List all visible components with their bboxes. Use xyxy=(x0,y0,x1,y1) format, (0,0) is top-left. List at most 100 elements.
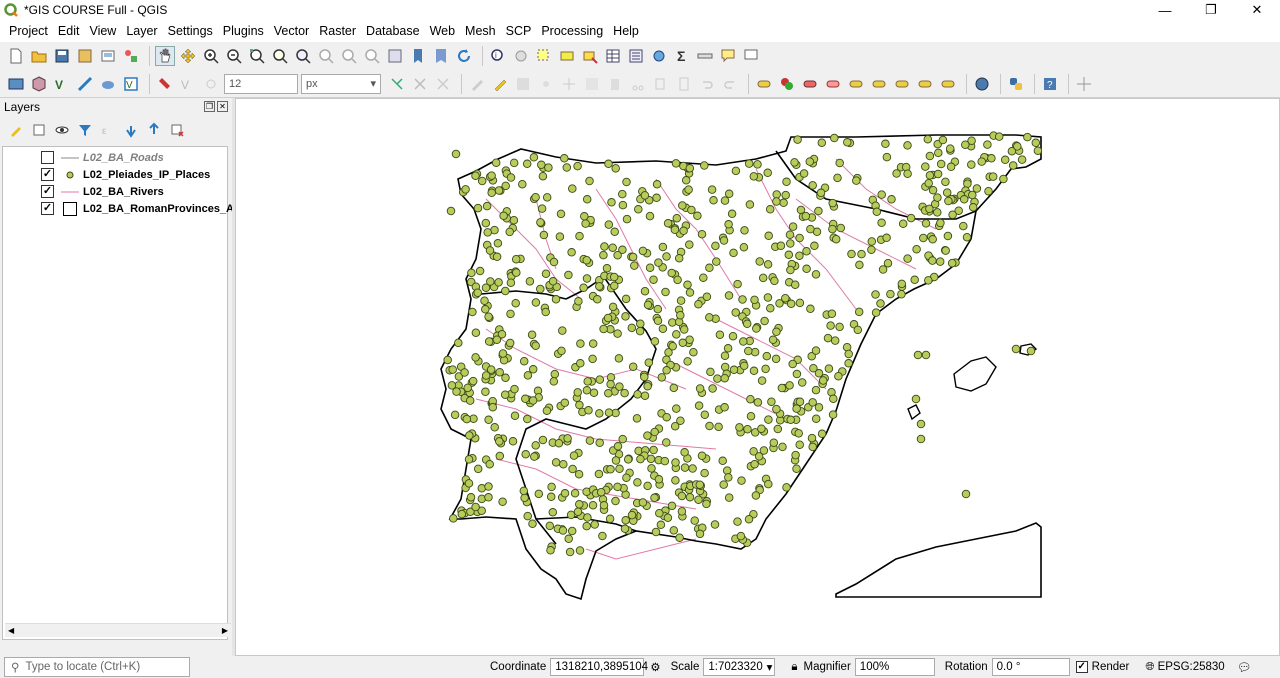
help-icon[interactable]: ? xyxy=(1040,74,1060,94)
layer-item-places[interactable]: ✓ L02_Pleiades_IP_Places xyxy=(3,166,227,183)
change-label-icon[interactable] xyxy=(915,74,935,94)
identify-icon[interactable]: i xyxy=(488,46,508,66)
menu-raster[interactable]: Raster xyxy=(314,24,361,38)
menu-edit[interactable]: Edit xyxy=(53,24,85,38)
refresh-icon[interactable] xyxy=(454,46,474,66)
open-project-icon[interactable] xyxy=(29,46,49,66)
unit-dropdown[interactable]: px ▾ xyxy=(301,73,381,94)
save-as-icon[interactable] xyxy=(75,46,95,66)
coordinate-field[interactable]: 1318210,3895104 xyxy=(550,658,648,676)
expand-all-icon[interactable] xyxy=(121,120,141,140)
python-console-icon[interactable] xyxy=(1006,74,1026,94)
pin-labels-icon[interactable] xyxy=(823,74,843,94)
select-by-value-icon[interactable] xyxy=(557,46,577,66)
pencil-icon[interactable] xyxy=(490,74,510,94)
measure-icon[interactable] xyxy=(695,46,715,66)
show-bookmarks-icon[interactable] xyxy=(431,46,451,66)
layer-checkbox[interactable] xyxy=(41,151,54,164)
layer-item-rivers[interactable]: ✓ L02_BA_Rivers xyxy=(3,183,227,200)
label-properties-icon[interactable] xyxy=(938,74,958,94)
vertex-tool-icon[interactable] xyxy=(387,74,407,94)
menu-plugins[interactable]: Plugins xyxy=(218,24,269,38)
restore-button[interactable]: ❐ xyxy=(1188,0,1234,20)
save-project-icon[interactable] xyxy=(52,46,72,66)
minimize-button[interactable]: — xyxy=(1142,0,1188,20)
toggle-extents-icon[interactable]: ⚙ xyxy=(650,660,660,674)
add-wms-icon[interactable] xyxy=(98,74,118,94)
layer-item-roads[interactable]: L02_BA_Roads xyxy=(3,149,227,166)
pan-to-selection-icon[interactable] xyxy=(178,46,198,66)
messages-icon[interactable]: 💬︎ xyxy=(1237,660,1252,674)
layer-item-provinces[interactable]: ✓ L02_BA_RomanProvinces_A xyxy=(3,200,234,217)
zoom-full-icon[interactable] xyxy=(247,46,267,66)
menu-web[interactable]: Web xyxy=(425,24,460,38)
menu-database[interactable]: Database xyxy=(361,24,425,38)
zoom-in-icon[interactable] xyxy=(201,46,221,66)
print-layout-icon[interactable] xyxy=(98,46,118,66)
crs-button[interactable]: EPSG:25830 xyxy=(1158,661,1225,673)
close-panel-button[interactable]: ✕ xyxy=(217,101,228,112)
menu-scp[interactable]: SCP xyxy=(501,24,537,38)
menu-view[interactable]: View xyxy=(84,24,121,38)
float-panel-button[interactable]: ❐ xyxy=(204,101,215,112)
layer-labeling-icon[interactable] xyxy=(777,74,797,94)
filter-legend-icon[interactable] xyxy=(75,120,95,140)
highlight-labels-icon[interactable] xyxy=(800,74,820,94)
attribute-table-icon[interactable] xyxy=(603,46,623,66)
collapse-all-icon[interactable] xyxy=(144,120,164,140)
deselect-icon[interactable] xyxy=(580,46,600,66)
render-checkbox[interactable]: ✓ xyxy=(1075,661,1088,673)
field-calculator-icon[interactable] xyxy=(626,46,646,66)
new-project-icon[interactable] xyxy=(6,46,26,66)
scroll-left-icon[interactable]: ◀ xyxy=(8,626,14,635)
add-delimited-text-icon[interactable] xyxy=(75,74,95,94)
scroll-right-icon[interactable]: ▶ xyxy=(222,626,228,635)
magnifier-spinbox[interactable]: 100% xyxy=(854,658,935,676)
horizontal-scrollbar[interactable]: ◀ ▶ xyxy=(5,623,231,637)
add-group-icon[interactable] xyxy=(29,120,49,140)
show-hide-labels-icon[interactable] xyxy=(846,74,866,94)
add-vector-icon[interactable]: V xyxy=(52,74,72,94)
menu-layer[interactable]: Layer xyxy=(121,24,162,38)
rotation-spinbox[interactable]: 0.0 ° xyxy=(991,658,1070,676)
scale-dropdown[interactable]: 1:7023320 ▾ xyxy=(703,658,776,676)
annotation-icon[interactable] xyxy=(741,46,761,66)
menu-mesh[interactable]: Mesh xyxy=(460,24,501,38)
map-canvas[interactable] xyxy=(235,98,1280,656)
crosshair-icon[interactable] xyxy=(1074,74,1094,94)
layer-checkbox[interactable]: ✓ xyxy=(41,185,54,198)
locator-input[interactable]: ⚲ Type to locate (Ctrl+K) xyxy=(4,657,190,677)
close-button[interactable]: ✕ xyxy=(1234,0,1280,20)
add-wfs-icon[interactable]: V xyxy=(121,74,141,94)
globe-icon[interactable] xyxy=(972,74,992,94)
menu-processing[interactable]: Processing xyxy=(536,24,608,38)
zoom-to-selection-icon[interactable] xyxy=(270,46,290,66)
tolerance-spinbox[interactable]: 12 xyxy=(224,73,298,94)
zoom-native-icon[interactable] xyxy=(316,46,336,66)
zoom-to-layer-icon[interactable] xyxy=(293,46,313,66)
menu-help[interactable]: Help xyxy=(608,24,644,38)
manage-visibility-icon[interactable] xyxy=(52,120,72,140)
zoom-next-icon[interactable] xyxy=(362,46,382,66)
map-tips-icon[interactable] xyxy=(718,46,738,66)
select-features-icon[interactable] xyxy=(534,46,554,66)
processing-toolbox-icon[interactable] xyxy=(649,46,669,66)
menu-vector[interactable]: Vector xyxy=(269,24,314,38)
rotate-label-icon[interactable] xyxy=(892,74,912,94)
new-map-view-icon[interactable] xyxy=(385,46,405,66)
actions-icon[interactable] xyxy=(511,46,531,66)
menu-project[interactable]: Project xyxy=(4,24,53,38)
lock-scale-icon[interactable]: 🔒︎ xyxy=(791,661,797,674)
data-source-manager-icon[interactable] xyxy=(6,74,26,94)
move-label-icon[interactable] xyxy=(869,74,889,94)
zoom-last-icon[interactable] xyxy=(339,46,359,66)
style-manager-icon[interactable] xyxy=(121,46,141,66)
layer-styling-icon[interactable] xyxy=(6,120,26,140)
new-bookmark-icon[interactable] xyxy=(408,46,428,66)
menu-settings[interactable]: Settings xyxy=(163,24,218,38)
layer-checkbox[interactable]: ✓ xyxy=(41,202,54,215)
new-geopackage-icon[interactable] xyxy=(29,74,49,94)
layer-checkbox[interactable]: ✓ xyxy=(41,168,54,181)
pan-icon[interactable] xyxy=(155,46,175,66)
statistics-icon[interactable]: Σ xyxy=(672,46,692,66)
